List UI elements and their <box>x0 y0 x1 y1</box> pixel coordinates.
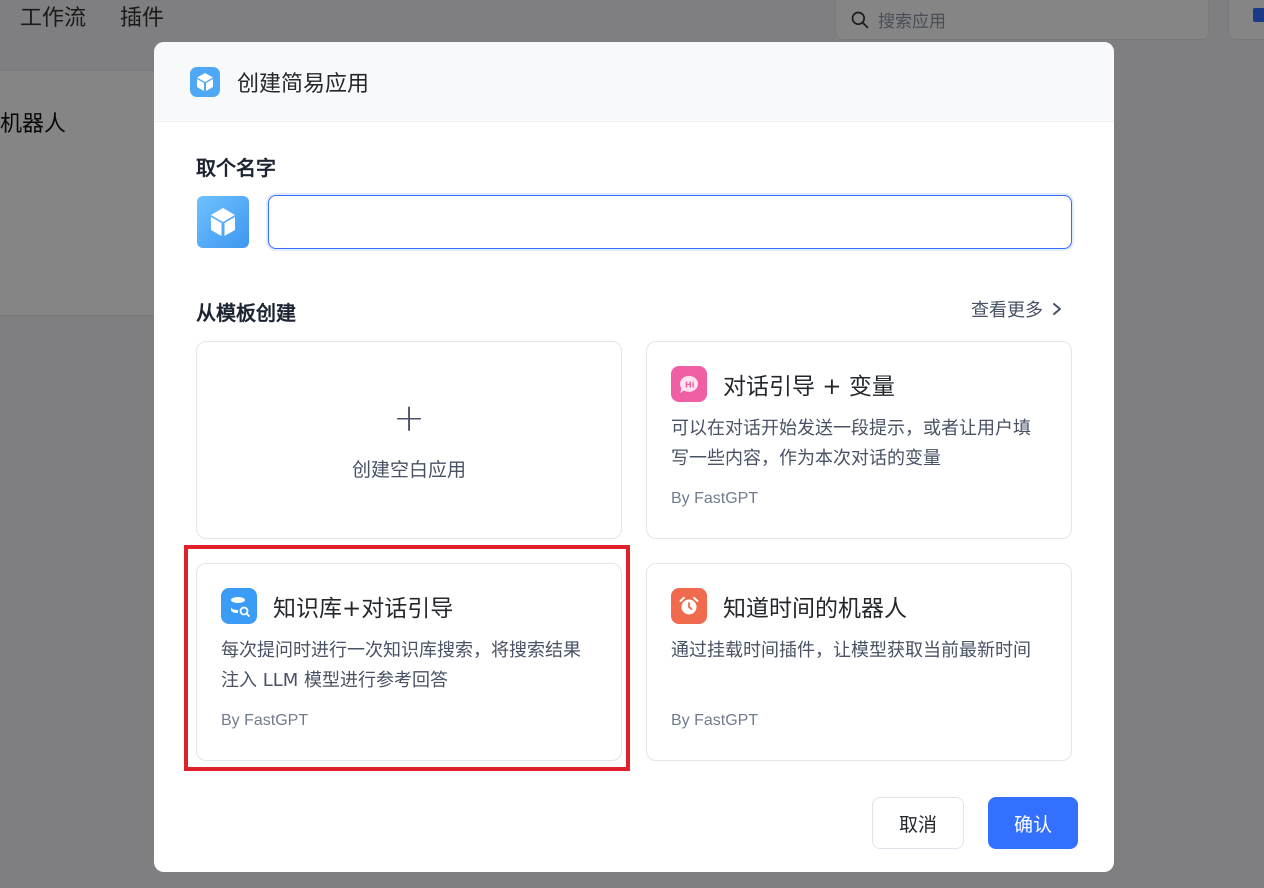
chevron-right-icon <box>1053 303 1061 315</box>
template-description: 通过挂载时间插件，让模型获取当前最新时间 <box>671 640 1031 661</box>
cube-icon <box>211 208 235 236</box>
view-more-link[interactable]: 查看更多 <box>971 296 1063 322</box>
cube-icon <box>190 66 220 97</box>
blank-app-label: 创建空白应用 <box>351 458 466 481</box>
cancel-button[interactable]: 取消 <box>872 797 964 849</box>
plus-icon: + <box>393 395 425 440</box>
template-section-label: 从模板创建 <box>196 301 296 325</box>
confirm-button[interactable]: 确认 <box>988 797 1078 849</box>
template-card-chat-guide[interactable]: Hi 对话引导 + 变量 可以在对话开始发送一段提示，或者让用户填写一些内容，作… <box>646 341 1072 539</box>
app-avatar-picker[interactable] <box>197 196 249 248</box>
name-label: 取个名字 <box>196 156 276 180</box>
template-header: Hi 对话引导 + 变量 <box>671 366 895 402</box>
view-more-label: 查看更多 <box>971 300 1043 321</box>
template-header: 知道时间的机器人 <box>671 588 907 624</box>
template-author: By FastGPT <box>671 712 759 729</box>
alarm-clock-icon <box>671 588 707 624</box>
template-description: 可以在对话开始发送一段提示，或者让用户填写一些内容，作为本次对话的变量 <box>671 418 1031 469</box>
app-name-input[interactable] <box>268 195 1072 249</box>
modal-header: 创建简易应用 <box>154 42 1114 122</box>
template-name: 知道时间的机器人 <box>723 596 907 622</box>
modal-title: 创建简易应用 <box>237 71 370 97</box>
highlight-annotation <box>184 545 630 771</box>
hi-chat-icon: Hi <box>671 366 707 402</box>
template-author: By FastGPT <box>671 490 759 507</box>
svg-text:Hi: Hi <box>685 381 695 390</box>
template-card-time-bot[interactable]: 知道时间的机器人 通过挂载时间插件，让模型获取当前最新时间 By FastGPT <box>646 563 1072 761</box>
template-name: 对话引导 + 变量 <box>723 374 895 400</box>
create-blank-app-card[interactable]: + 创建空白应用 <box>196 341 622 539</box>
